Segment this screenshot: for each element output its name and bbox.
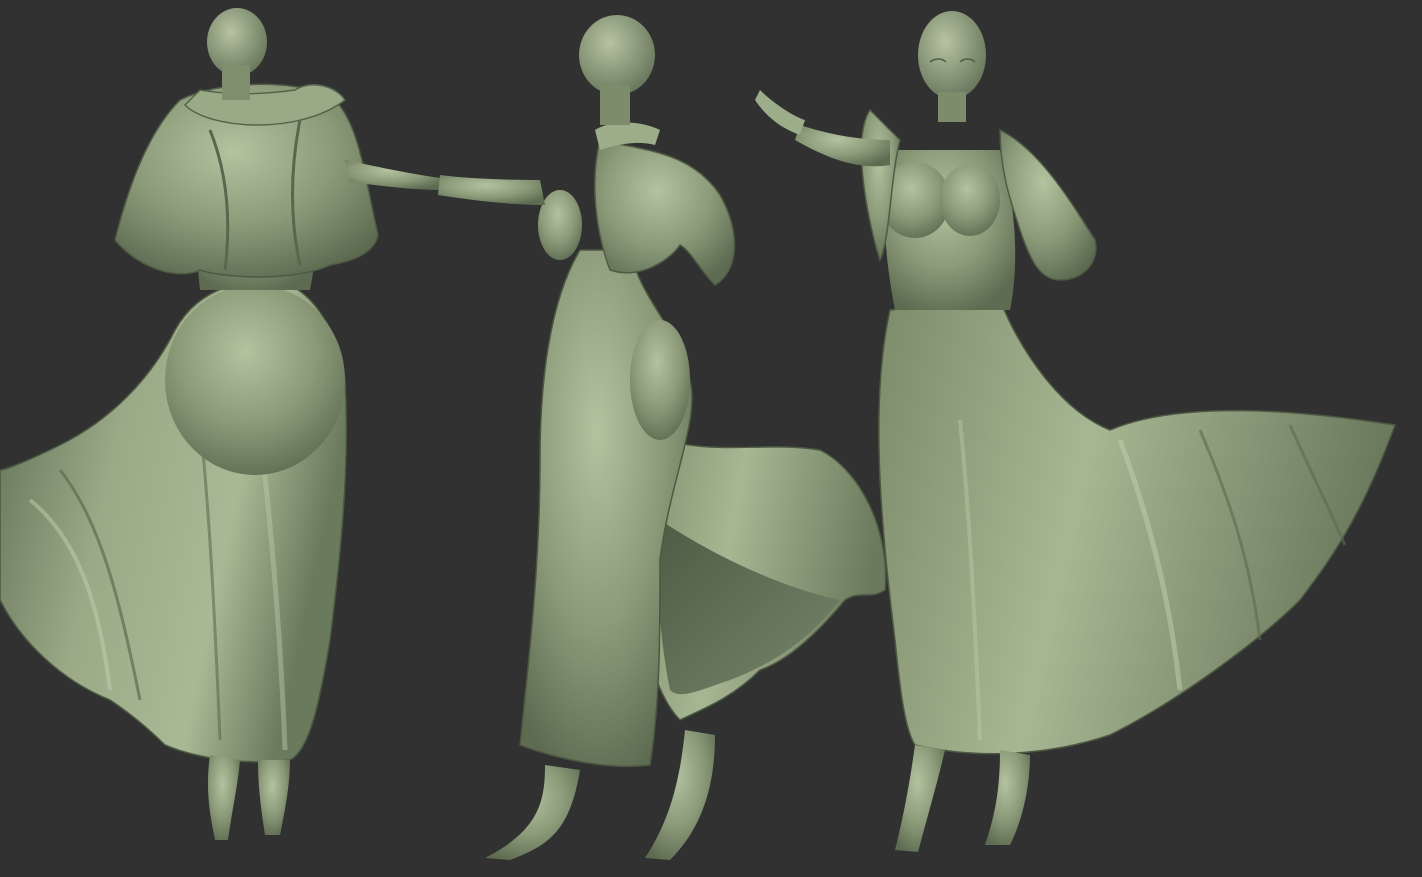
sculpt-viewport[interactable] — [0, 0, 1422, 877]
skirt-front-view — [878, 299, 1397, 755]
figure-front-view — [755, 11, 1397, 852]
boot-left — [485, 765, 580, 860]
hand-open — [755, 90, 805, 135]
bust-right — [940, 164, 1000, 236]
hips — [165, 285, 345, 475]
arm-extended — [438, 175, 545, 205]
leg-front-left — [895, 745, 945, 852]
sculpture-render — [0, 8, 1397, 860]
neck — [222, 65, 250, 100]
hip-side — [630, 320, 690, 440]
head-side — [579, 15, 655, 95]
boot-right — [645, 730, 715, 860]
leg-left — [207, 755, 240, 840]
neck-side — [600, 85, 630, 125]
head-front — [918, 11, 986, 99]
leg-right — [258, 760, 290, 835]
jacket-side — [594, 139, 736, 286]
bust — [538, 190, 582, 260]
leg-front-right — [985, 750, 1030, 845]
neck-front — [938, 92, 966, 122]
figure-back-view — [0, 8, 442, 840]
